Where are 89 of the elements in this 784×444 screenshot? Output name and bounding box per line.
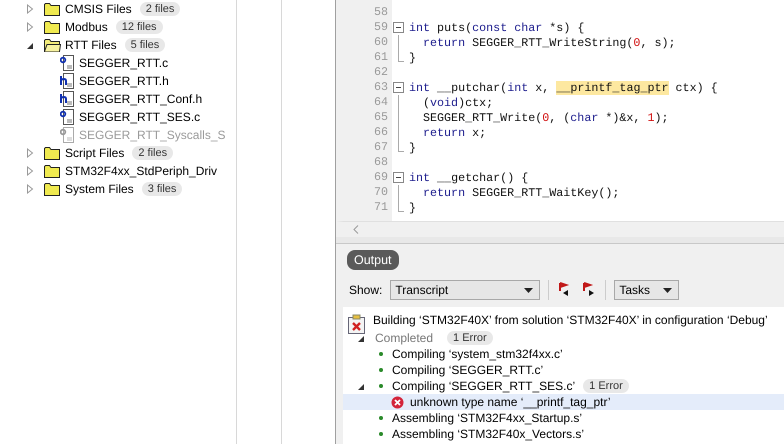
code-line: return x; <box>423 126 486 140</box>
code-line: return SEGGER_RTT_WaitKey(); <box>423 186 620 200</box>
build-step: Assembling ‘STM32F40x_Vectors.s’ <box>392 427 584 441</box>
fold-toggle-icon[interactable] <box>393 22 404 33</box>
line-number: 70 <box>372 185 389 200</box>
line-number: 59 <box>372 20 389 35</box>
file-count: 5 files <box>124 38 166 52</box>
dropdown-caret-icon <box>663 288 672 292</box>
file-name[interactable]: SEGGER_RTT.c <box>79 56 168 70</box>
fold-line-icon <box>398 35 399 50</box>
line-number: 71 <box>372 200 389 215</box>
error-count: 1 Error <box>583 379 629 393</box>
code-line: SEGGER_RTT_Write(0, (char *)&x, 1); <box>423 110 669 124</box>
code-line: } <box>409 200 416 214</box>
fold-toggle-icon[interactable] <box>393 82 404 93</box>
fold-end-icon <box>398 140 404 152</box>
file-icon <box>60 73 75 89</box>
line-number: 66 <box>372 125 389 140</box>
fold-line-icon <box>398 185 399 200</box>
error-count: 1 Error <box>447 331 493 345</box>
line-number: 68 <box>372 155 389 170</box>
file-name[interactable]: SEGGER_RTT_SES.c <box>79 110 200 124</box>
build-step: Compiling ‘system_stm32f4xx.c’ <box>392 347 563 361</box>
folder-name[interactable]: System Files <box>65 182 134 196</box>
code-line: } <box>409 140 416 154</box>
file-icon <box>60 109 75 125</box>
expand-arrow-icon[interactable] <box>26 4 34 14</box>
dropdown-caret-icon <box>524 288 534 292</box>
code-line: return SEGGER_RTT_WriteString(0, s); <box>423 36 676 50</box>
build-step: Assembling ‘STM32F4xx_Startup.s’ <box>392 411 582 425</box>
folder-icon <box>44 182 61 196</box>
fold-end-icon <box>398 50 404 62</box>
error-row[interactable]: unknown type name ‘__printf_tag_ptr’ <box>343 394 784 410</box>
expand-arrow-icon[interactable] <box>26 184 34 194</box>
build-status: Completed <box>375 331 434 345</box>
folder-name[interactable]: Modbus <box>65 20 108 34</box>
error-icon <box>391 396 404 408</box>
file-count: 2 files <box>140 2 180 16</box>
file-count: 2 files <box>132 146 174 160</box>
expand-arrow-icon[interactable] <box>26 166 34 176</box>
folder-name[interactable]: Script Files <box>65 146 124 160</box>
file-count: 3 files <box>142 182 182 196</box>
code-line: int puts(const char *s) { <box>409 20 584 34</box>
folder-icon <box>44 2 61 16</box>
build-failed-icon <box>347 314 367 334</box>
file-name[interactable]: SEGGER_RTT_Conf.h <box>79 92 202 106</box>
bullet-icon <box>379 432 383 436</box>
tasks-dropdown[interactable]: Tasks <box>614 280 680 300</box>
line-number: 58 <box>372 5 389 20</box>
folder-icon <box>44 38 61 52</box>
bullet-icon <box>379 368 383 372</box>
code-line: } <box>409 50 416 64</box>
folder-icon <box>44 20 61 34</box>
code-line: int __getchar() { <box>409 170 528 184</box>
line-number: 63 <box>372 80 389 95</box>
build-step: Compiling ‘SEGGER_RTT_SES.c’ <box>392 379 576 393</box>
line-number: 69 <box>372 170 389 185</box>
fold-toggle-icon[interactable] <box>393 172 404 183</box>
show-dropdown[interactable]: Transcript <box>390 280 540 300</box>
build-message: Building ‘STM32F40X’ from solution ‘STM32F40X’ in configuration ‘Debug’ <box>373 313 768 327</box>
file-icon <box>60 91 75 107</box>
folder-icon <box>44 146 61 160</box>
build-step: Compiling ‘SEGGER_RTT.c’ <box>392 363 544 377</box>
folder-icon <box>44 164 61 178</box>
file-icon <box>60 127 75 143</box>
expand-arrow-icon[interactable] <box>26 148 34 158</box>
line-number: 62 <box>372 65 389 80</box>
horizontal-scrollbar[interactable] <box>336 221 784 237</box>
line-number: 60 <box>372 35 389 50</box>
file-name[interactable]: SEGGER_RTT.h <box>79 74 169 88</box>
line-number: 65 <box>372 110 389 125</box>
folder-name[interactable]: CMSIS Files <box>65 2 132 16</box>
bullet-icon <box>379 352 383 356</box>
output-tab[interactable]: Output <box>347 250 399 270</box>
bullet-icon <box>379 416 383 420</box>
file-icon <box>60 55 75 71</box>
folder-name[interactable]: RTT Files <box>65 38 117 52</box>
line-number: 64 <box>372 95 389 110</box>
bullet-icon <box>379 384 383 388</box>
expand-arrow-icon[interactable] <box>26 22 34 32</box>
code-line: (void)ctx; <box>423 96 494 110</box>
line-number: 61 <box>372 50 389 65</box>
line-number: 67 <box>372 140 389 155</box>
fold-end-icon <box>398 200 404 212</box>
folder-name[interactable]: STM32F4xx_StdPeriph_Driv <box>65 164 218 178</box>
show-label: Show: <box>349 283 382 297</box>
code-line: int __putchar(int x, __printf_tag_ptr ctx) { <box>409 80 718 94</box>
file-count: 12 files <box>116 20 163 34</box>
error-message: unknown type name ‘__printf_tag_ptr’ <box>410 395 611 409</box>
